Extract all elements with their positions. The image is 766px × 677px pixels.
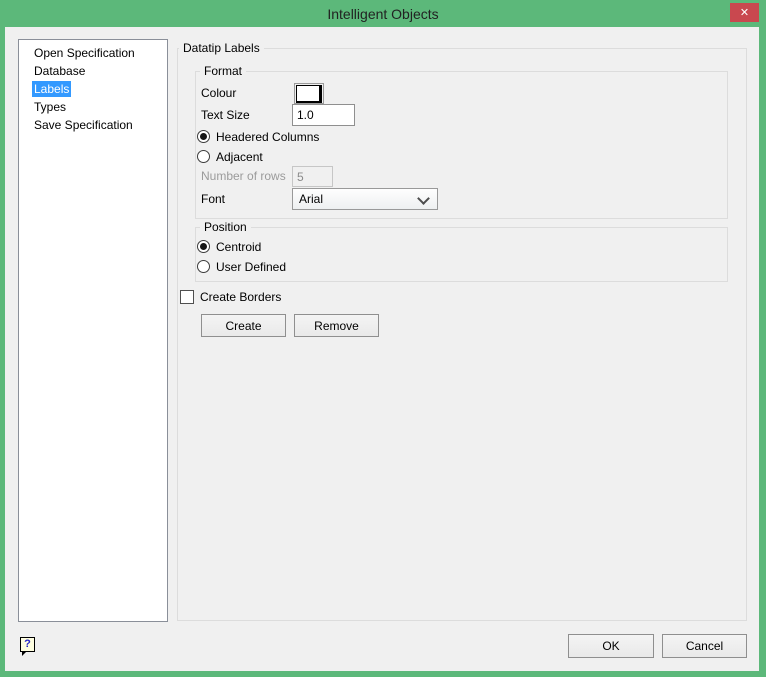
sidebar-item-save-specification[interactable]: Save Specification (19, 116, 167, 134)
sidebar-item-open-specification[interactable]: Open Specification (19, 44, 167, 62)
centroid-radio[interactable] (197, 240, 210, 253)
format-group-title: Format (200, 64, 247, 79)
position-group-title: Position (200, 220, 251, 235)
create-button[interactable]: Create (201, 314, 286, 337)
font-label: Font (201, 192, 226, 206)
adjacent-radio[interactable] (197, 150, 210, 163)
user-defined-radio[interactable] (197, 260, 210, 273)
titlebar[interactable]: Intelligent Objects (0, 0, 766, 27)
user-defined-label: User Defined (216, 260, 287, 274)
window-title: Intelligent Objects (327, 5, 439, 22)
sidebar-item-label: Save Specification (34, 118, 133, 132)
ok-button[interactable]: OK (568, 634, 654, 658)
sidebar-item-labels[interactable]: Labels (19, 80, 167, 98)
centroid-label: Centroid (216, 240, 262, 254)
colour-label: Colour (201, 86, 237, 100)
headered-columns-radio[interactable] (197, 130, 210, 143)
sidebar-item-label: Open Specification (34, 46, 135, 60)
create-borders-checkbox[interactable] (180, 290, 194, 304)
sidebar-item-types[interactable]: Types (19, 98, 167, 116)
text-size-input[interactable] (292, 104, 355, 126)
number-of-rows-input (292, 166, 333, 187)
sidebar-item-label: Database (34, 64, 86, 78)
colour-swatch (296, 85, 322, 103)
close-icon: ✕ (739, 7, 750, 19)
colour-picker-button[interactable] (294, 83, 324, 104)
chevron-down-icon (417, 192, 430, 205)
format-group (195, 71, 728, 219)
remove-button[interactable]: Remove (294, 314, 379, 337)
create-borders-label: Create Borders (200, 290, 282, 304)
dialog-window: Intelligent Objects ✕ Open Specification… (0, 0, 766, 677)
text-size-label: Text Size (201, 108, 250, 122)
font-dropdown[interactable]: Arial (292, 188, 438, 210)
cancel-button[interactable]: Cancel (662, 634, 747, 658)
specification-listbox[interactable]: Open Specification Database Labels Types… (18, 39, 168, 622)
font-dropdown-value: Arial (299, 192, 324, 206)
sidebar-item-label: Labels (32, 81, 72, 97)
close-button[interactable]: ✕ (730, 3, 759, 22)
sidebar-item-label: Types (34, 100, 67, 114)
datatip-labels-group-title: Datatip Labels (179, 41, 264, 56)
sidebar-item-database[interactable]: Database (19, 62, 167, 80)
headered-columns-label: Headered Columns (216, 130, 320, 144)
number-of-rows-label: Number of rows (201, 169, 286, 183)
help-icon[interactable]: ? (20, 637, 35, 656)
adjacent-label: Adjacent (216, 150, 263, 164)
